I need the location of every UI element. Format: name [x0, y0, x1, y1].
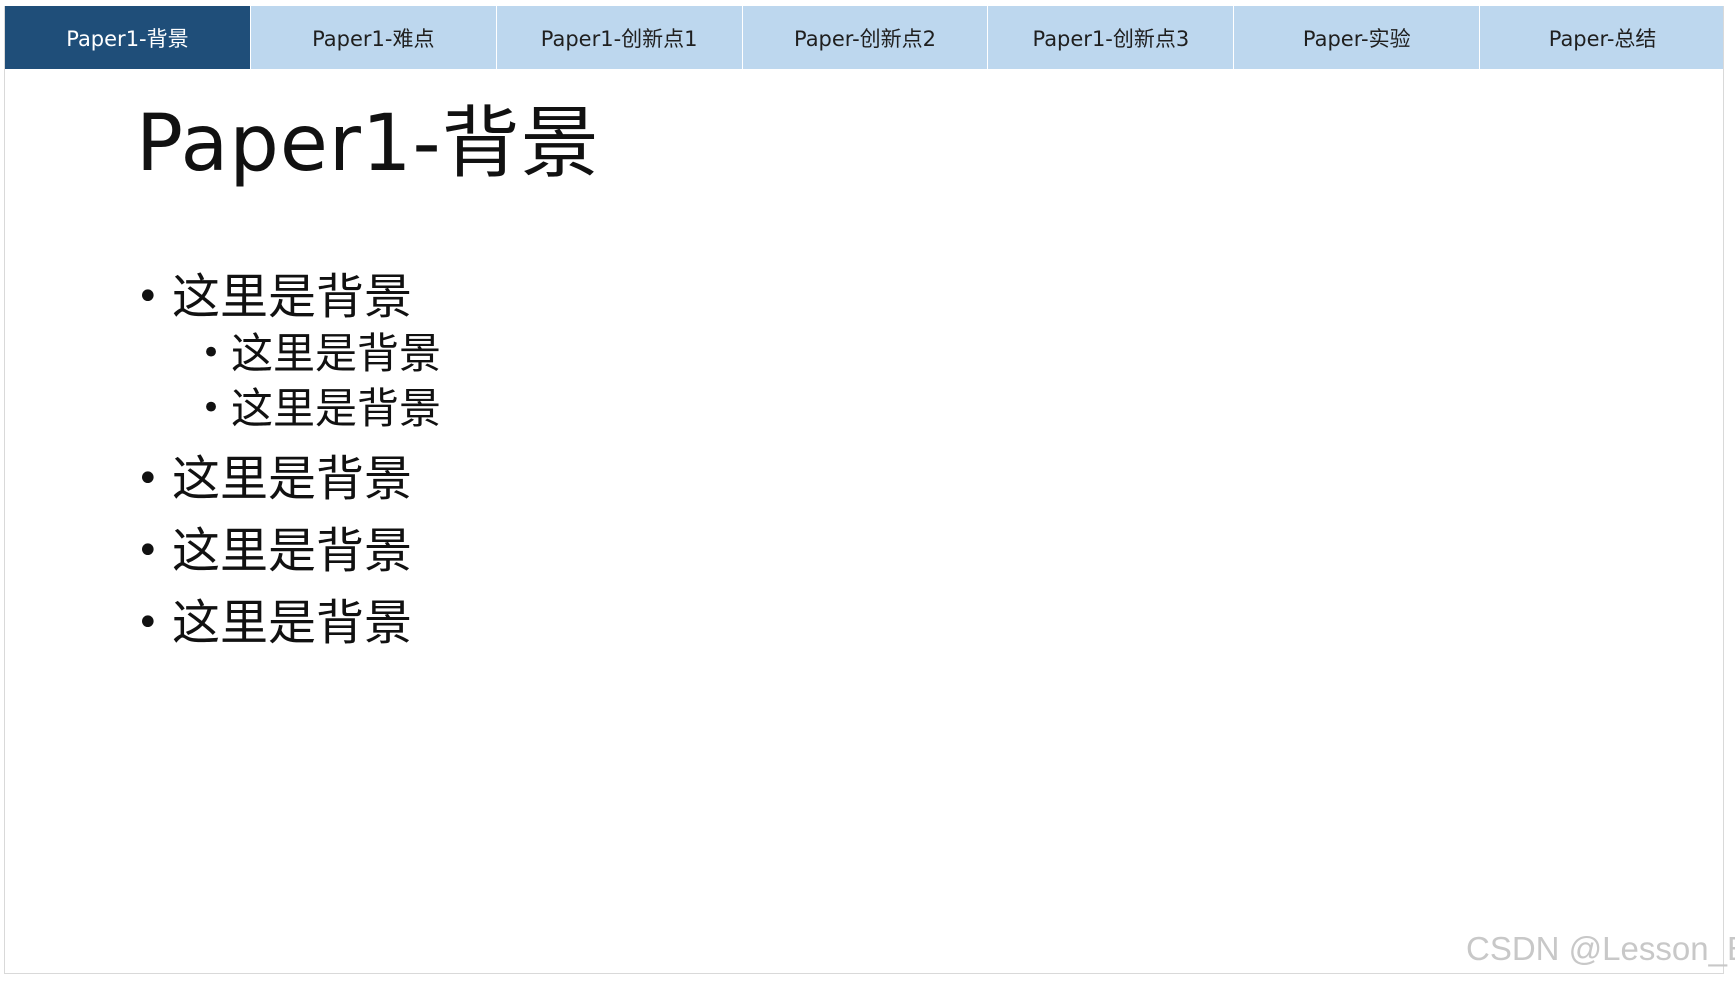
sub-bullet-group: 这里是背景 这里是背景 — [136, 326, 441, 436]
slide: Paper1-背景 Paper1-难点 Paper1-创新点1 Paper-创新… — [4, 6, 1724, 974]
tab-paper1-difficulty[interactable]: Paper1-难点 — [250, 6, 497, 69]
sub-bullet-list: 这里是背景 这里是背景 — [201, 326, 441, 436]
tab-paper1-innovation-3[interactable]: Paper1-创新点3 — [988, 6, 1235, 69]
bullet-item: 这里是背景 — [136, 450, 441, 508]
sub-bullet-item-text: 这里是背景 — [231, 329, 442, 378]
watermark: CSDN @Lesson_E — [1466, 930, 1735, 967]
bullet-item-text: 这里是背景 — [172, 595, 413, 651]
bullet-item-text: 这里是背景 — [172, 269, 413, 325]
bullet-item: 这里是背景 — [136, 594, 441, 652]
sub-bullet-item: 这里是背景 — [201, 381, 441, 436]
tab-paper1-background[interactable]: Paper1-背景 — [5, 6, 251, 69]
sub-bullet-item: 这里是背景 — [201, 326, 441, 381]
bullet-list: 这里是背景 这里是背景 这里是背景 这里是背景 这里是背景 这里是背景 — [136, 268, 441, 652]
bullet-item-text: 这里是背景 — [172, 523, 413, 579]
slide-title: Paper1-背景 — [136, 99, 600, 189]
bullet-item: 这里是背景 — [136, 522, 441, 580]
tab-paper-experiment[interactable]: Paper-实验 — [1234, 6, 1481, 69]
tab-paper-summary[interactable]: Paper-总结 — [1480, 6, 1723, 69]
tab-bar: Paper1-背景 Paper1-难点 Paper1-创新点1 Paper-创新… — [5, 6, 1723, 69]
tab-paper-innovation-2[interactable]: Paper-创新点2 — [742, 6, 989, 69]
tab-paper1-innovation-1[interactable]: Paper1-创新点1 — [496, 6, 743, 69]
bullet-item-text: 这里是背景 — [172, 451, 413, 507]
sub-bullet-item-text: 这里是背景 — [231, 384, 442, 433]
bullet-item: 这里是背景 — [136, 268, 441, 326]
